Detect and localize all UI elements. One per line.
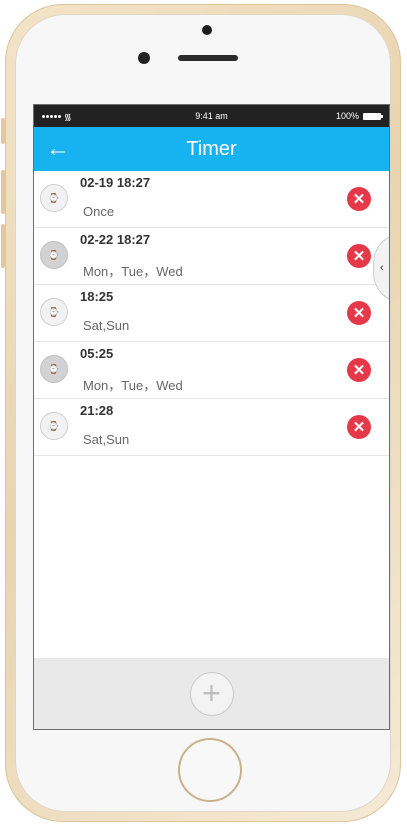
battery-icon (363, 112, 383, 120)
timer-repeat: Once (83, 204, 115, 219)
delete-timer-button[interactable]: ✕ (347, 301, 371, 325)
delete-timer-button[interactable]: ✕ (347, 358, 371, 382)
app-screen: ᯾ 9:41 am 100% ← Timer ⌚ 02-19 18:27 Onc… (33, 104, 390, 730)
camera-dot (202, 25, 212, 35)
timer-row[interactable]: ⌚ 21:28 Sat,Sun ✕ (34, 399, 389, 456)
timer-clock-icon[interactable]: ⌚ (40, 412, 68, 440)
timer-repeat: Mon，Tue，Wed (83, 264, 183, 279)
page-title: Timer (186, 137, 237, 160)
timer-time: 18:25 (80, 289, 114, 304)
timer-repeat: Sat,Sun (83, 318, 130, 333)
nav-bar: ← Timer (34, 127, 389, 171)
wifi-icon: ᯾ (64, 111, 72, 122)
timer-repeat: Sat,Sun (83, 432, 130, 447)
timer-clock-icon[interactable]: ⌚ (40, 298, 68, 326)
back-arrow-icon[interactable]: ← (44, 135, 72, 163)
delete-timer-button[interactable]: ✕ (347, 187, 371, 211)
timer-time: 05:25 (80, 346, 114, 361)
status-left: ᯾ (42, 110, 72, 123)
home-button[interactable] (178, 738, 242, 802)
timer-row[interactable]: ⌚ 05:25 Mon，Tue，Wed ✕ (34, 342, 389, 399)
add-timer-button[interactable]: + (189, 671, 234, 716)
timer-row[interactable]: ⌚ 02-22 18:27 Mon，Tue，Wed ✕ (34, 228, 389, 285)
timer-row[interactable]: ⌚ 18:25 Sat,Sun ✕ (34, 285, 389, 342)
signal-icon (42, 114, 61, 118)
delete-timer-button[interactable]: ✕ (347, 415, 371, 439)
chevron-left-icon: ‹ (380, 262, 384, 274)
timer-clock-icon[interactable]: ⌚ (40, 184, 68, 212)
timer-clock-icon[interactable]: ⌚ (40, 241, 68, 269)
timer-repeat: Mon，Tue，Wed (83, 378, 183, 393)
volume-up-button (1, 170, 5, 214)
timer-time: 02-22 18:27 (80, 232, 151, 247)
timer-row[interactable]: ⌚ 02-19 18:27 Once ✕ (34, 171, 389, 228)
mute-switch (1, 118, 5, 144)
delete-timer-button[interactable]: ✕ (347, 244, 371, 268)
front-camera (138, 52, 150, 64)
battery-percent: 100% (335, 111, 359, 121)
bottom-bar: + (34, 658, 389, 729)
status-time: 9:41 am (195, 111, 228, 121)
volume-down-button (1, 224, 5, 268)
timer-clock-icon[interactable]: ⌚ (40, 355, 68, 383)
status-right: 100% (335, 111, 383, 121)
timer-time: 21:28 (80, 403, 114, 418)
status-bar: ᯾ 9:41 am 100% (34, 105, 389, 127)
timer-time: 02-19 18:27 (80, 175, 151, 190)
timer-list: ⌚ 02-19 18:27 Once ✕ ⌚ 02-22 18:27 Mon，T… (34, 171, 389, 456)
earpiece-speaker (178, 55, 238, 61)
